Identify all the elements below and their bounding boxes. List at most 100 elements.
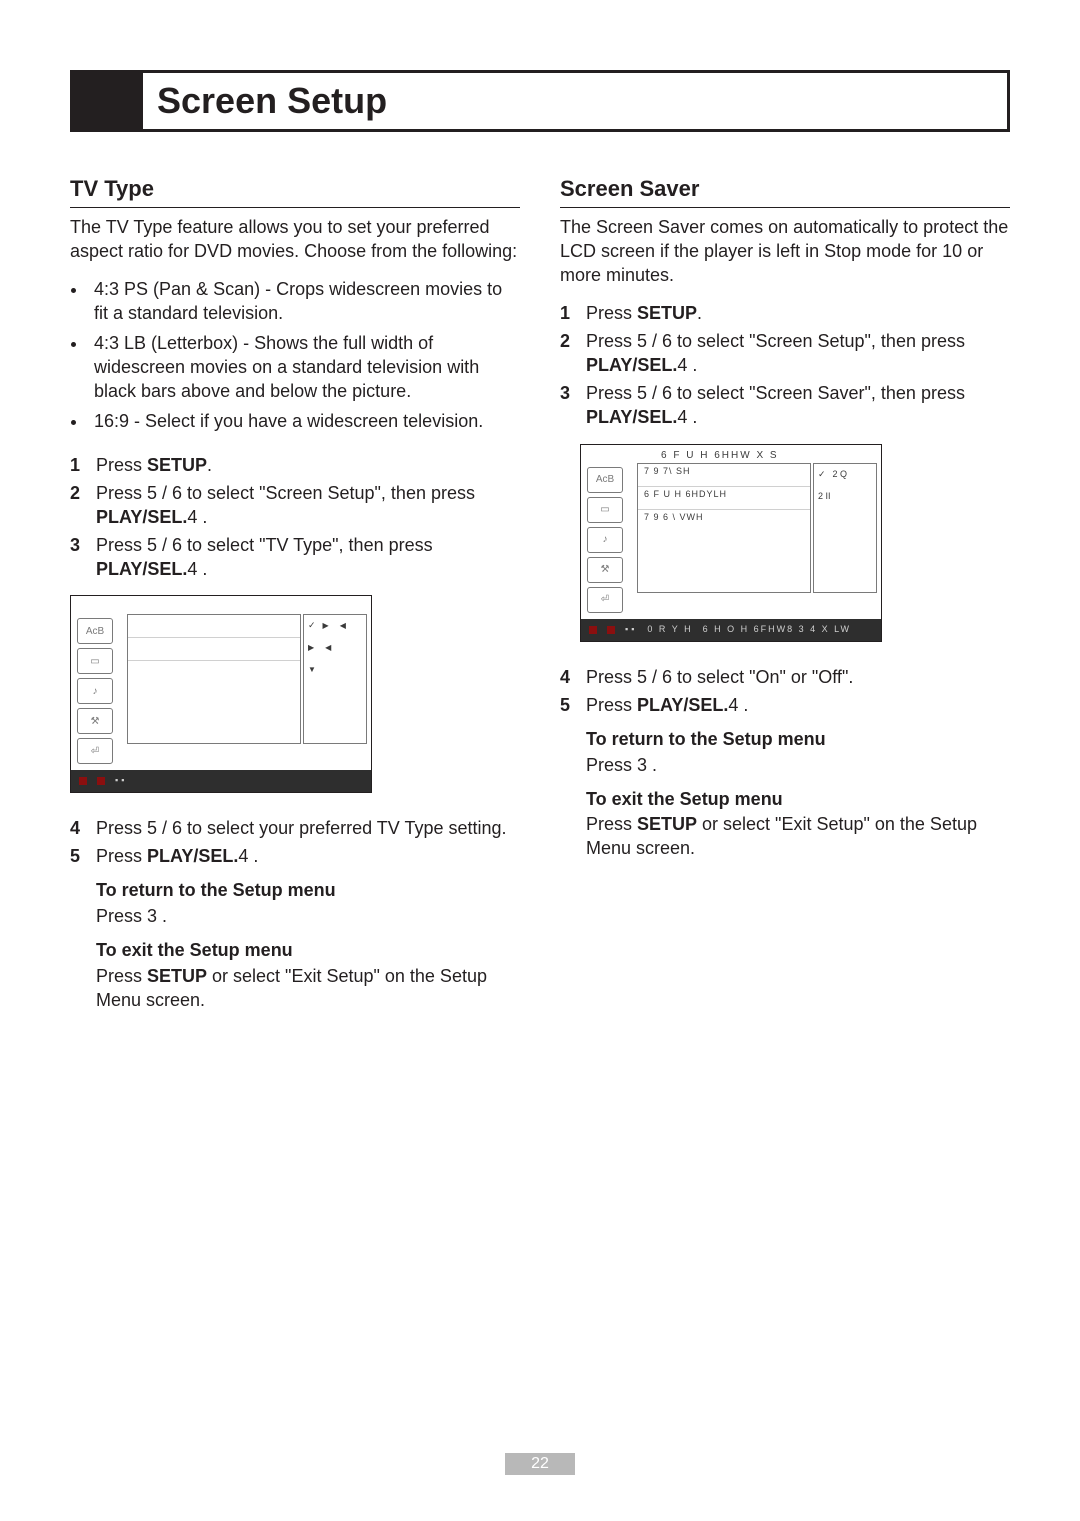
step-text: Press 5 / 6 to select "On" or "Off". bbox=[586, 667, 853, 687]
osd-footer: ▪▪ 0 R Y H 6 H O H 6FHW8 3 4 X LW bbox=[581, 619, 881, 641]
title-blackbox bbox=[73, 73, 143, 129]
osd-footer: ▪▪ bbox=[71, 770, 371, 792]
menu-square-icon bbox=[79, 777, 87, 785]
sub-exit-text: Press bbox=[96, 966, 147, 986]
step-5: Press PLAY/SEL.4 . To return to the Setu… bbox=[586, 694, 1010, 862]
step-text: Press 5 / 6 to select "Screen Setup", th… bbox=[586, 331, 965, 351]
exit-icon: ⏎ bbox=[77, 738, 113, 764]
setup-icon: ⚒ bbox=[77, 708, 113, 734]
step-4: Press 5 / 6 to select "On" or "Off". bbox=[586, 666, 1010, 690]
step-text: Press 5 / 6 to select "Screen Saver", th… bbox=[586, 383, 965, 403]
sub-exit-keyword: SETUP bbox=[637, 814, 697, 834]
osd-panel-row bbox=[128, 615, 300, 638]
title-bar: Screen Setup bbox=[70, 70, 1010, 132]
step-text: Press bbox=[586, 303, 637, 323]
bullet-16-9: 16:9 - Select if you have a widescreen t… bbox=[88, 410, 520, 434]
osd-sidebar: AсB ▭ ♪ ⚒ ⏎ bbox=[77, 614, 121, 768]
osd-value-row bbox=[304, 659, 366, 681]
audio-icon: ♪ bbox=[587, 527, 623, 553]
step-text: Press bbox=[96, 846, 147, 866]
step-keyword: PLAY/SEL. bbox=[147, 846, 238, 866]
tv-type-steps-2: Press 5 / 6 to select your preferred TV … bbox=[70, 817, 520, 1013]
step-keyword: PLAY/SEL. bbox=[586, 355, 677, 375]
sub-return-body: Press 3 . bbox=[96, 905, 520, 929]
step-text: 4 . bbox=[677, 355, 697, 375]
osd-panel bbox=[127, 614, 301, 744]
osd-panel: 7 9 7\ SH 6 F U H 6HDYLH 7 9 6 \ VWH bbox=[637, 463, 811, 593]
step-keyword: PLAY/SEL. bbox=[96, 507, 187, 527]
menu-dashes-icon: ▪▪ bbox=[115, 775, 127, 787]
osd-panel-row bbox=[128, 661, 300, 683]
step-4: Press 5 / 6 to select your preferred TV … bbox=[96, 817, 520, 841]
step-text: Press 5 / 6 to select "Screen Setup", th… bbox=[96, 483, 475, 503]
step-keyword: SETUP bbox=[637, 303, 697, 323]
screen-saver-intro: The Screen Saver comes on automatically … bbox=[560, 216, 1010, 288]
osd-panel-row: 7 9 6 \ VWH bbox=[638, 510, 810, 532]
step-text: 4 . bbox=[728, 695, 748, 715]
body-columns: TV Type The TV Type feature allows you t… bbox=[70, 174, 1010, 1017]
step-3: Press 5 / 6 to select "TV Type", then pr… bbox=[96, 534, 520, 582]
step-text: 4 . bbox=[187, 559, 207, 579]
step-keyword: PLAY/SEL. bbox=[586, 407, 677, 427]
section-rule bbox=[560, 207, 1010, 208]
step-text: . bbox=[697, 303, 702, 323]
tv-type-bullets: 4:3 PS (Pan & Scan) - Crops widescreen m… bbox=[70, 278, 520, 434]
setup-icon: ⚒ bbox=[587, 557, 623, 583]
step-keyword: PLAY/SEL. bbox=[637, 695, 728, 715]
step-text: 4 . bbox=[187, 507, 207, 527]
screen-icon: ▭ bbox=[77, 648, 113, 674]
section-title-tv-type: TV Type bbox=[70, 174, 520, 203]
step-text: Press 5 / 6 to select your preferred TV … bbox=[96, 818, 507, 838]
step-text: 4 . bbox=[677, 407, 697, 427]
column-right: Screen Saver The Screen Saver comes on a… bbox=[560, 174, 1010, 1017]
step-keyword: PLAY/SEL. bbox=[96, 559, 187, 579]
osd-illustration-screen-saver: 6 F U H 6HHW X S AсB ▭ ♪ ⚒ ⏎ 7 9 7\ SH 6… bbox=[580, 444, 882, 642]
tv-type-steps-1: Press SETUP. Press 5 / 6 to select "Scre… bbox=[70, 454, 520, 582]
step-1: Press SETUP. bbox=[96, 454, 520, 478]
step-text: Press 5 / 6 to select "TV Type", then pr… bbox=[96, 535, 433, 555]
osd-illustration-tv-type: AсB ▭ ♪ ⚒ ⏎ bbox=[70, 595, 372, 793]
screen-saver-steps-1: Press SETUP. Press 5 / 6 to select "Scre… bbox=[560, 302, 1010, 430]
bullet-4-3-lb: 4:3 LB (Letterbox) - Shows the full widt… bbox=[88, 332, 520, 404]
section-title-screen-saver: Screen Saver bbox=[560, 174, 1010, 203]
sub-exit-keyword: SETUP bbox=[147, 966, 207, 986]
sub-return-title: To return to the Setup menu bbox=[586, 728, 1010, 752]
bullet-4-3-ps: 4:3 PS (Pan & Scan) - Crops widescreen m… bbox=[88, 278, 520, 326]
column-left: TV Type The TV Type feature allows you t… bbox=[70, 174, 520, 1017]
osd-panel-row: 7 9 7\ SH bbox=[638, 464, 810, 487]
step-text: Press bbox=[586, 695, 637, 715]
step-2: Press 5 / 6 to select "Screen Setup", th… bbox=[96, 482, 520, 530]
osd-values bbox=[303, 614, 367, 744]
tv-type-intro: The TV Type feature allows you to set yo… bbox=[70, 216, 520, 264]
sub-exit-body: Press SETUP or select "Exit Setup" on th… bbox=[586, 813, 1010, 861]
page-number-container: 22 bbox=[0, 1453, 1080, 1475]
osd-values: 2 Q 2 II bbox=[813, 463, 877, 593]
step-text: 4 . bbox=[238, 846, 258, 866]
step-3: Press 5 / 6 to select "Screen Saver", th… bbox=[586, 382, 1010, 430]
menu-square-icon bbox=[589, 626, 597, 634]
step-text: . bbox=[207, 455, 212, 475]
step-5: Press PLAY/SEL.4 . To return to the Setu… bbox=[96, 845, 520, 1013]
osd-header: 6 F U H 6HHW X S bbox=[661, 449, 779, 462]
osd-value-row: 2 Q bbox=[814, 464, 876, 486]
menu-square-icon bbox=[607, 626, 615, 634]
section-rule bbox=[70, 207, 520, 208]
language-icon: AсB bbox=[77, 618, 113, 644]
menu-square-icon bbox=[97, 777, 105, 785]
screen-icon: ▭ bbox=[587, 497, 623, 523]
step-1: Press SETUP. bbox=[586, 302, 1010, 326]
osd-sidebar: AсB ▭ ♪ ⚒ ⏎ bbox=[587, 463, 631, 617]
osd-value-row bbox=[304, 615, 366, 637]
sub-return-title: To return to the Setup menu bbox=[96, 879, 520, 903]
osd-footer-left: 0 R Y H bbox=[647, 624, 692, 636]
exit-icon: ⏎ bbox=[587, 587, 623, 613]
screen-saver-steps-2: Press 5 / 6 to select "On" or "Off". Pre… bbox=[560, 666, 1010, 862]
osd-value-row bbox=[304, 637, 366, 659]
osd-footer-right: 6 H O H 6FHW8 3 4 X LW bbox=[703, 624, 851, 636]
osd-panel-row bbox=[128, 638, 300, 661]
sub-return-body: Press 3 . bbox=[586, 754, 1010, 778]
sub-exit-title: To exit the Setup menu bbox=[586, 788, 1010, 812]
sub-exit-title: To exit the Setup menu bbox=[96, 939, 520, 963]
page: Screen Setup TV Type The TV Type feature… bbox=[0, 0, 1080, 1521]
page-title: Screen Setup bbox=[143, 73, 1007, 129]
